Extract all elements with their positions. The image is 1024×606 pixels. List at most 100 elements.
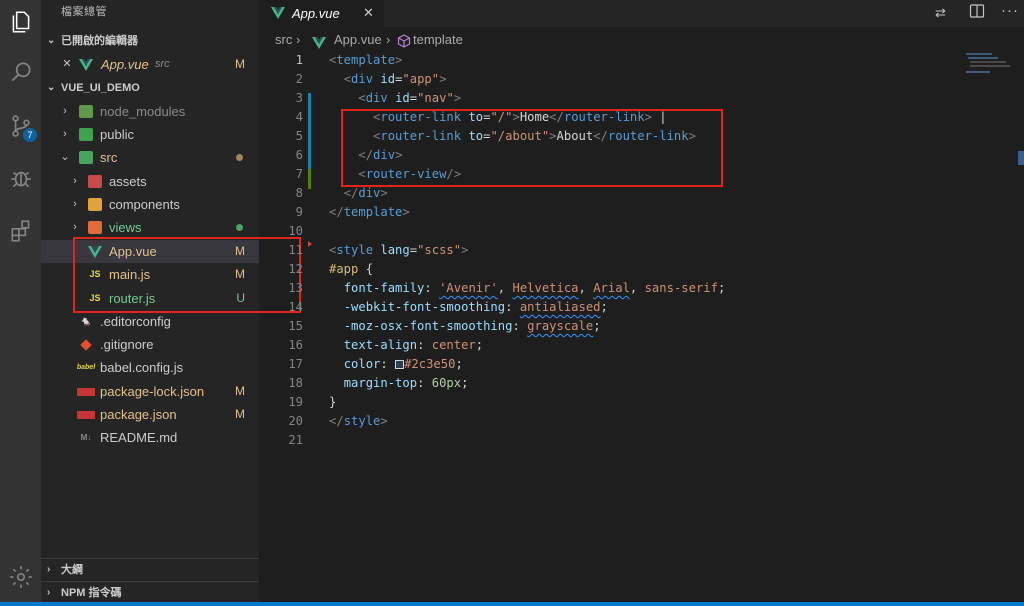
code-line: <template> <box>329 53 403 67</box>
line-number: 20 <box>288 414 303 428</box>
assets-folder-icon <box>88 175 102 188</box>
scrollbar-thumb[interactable] <box>1018 151 1024 165</box>
open-editor-item[interactable]: ✕ App.vue src M <box>41 53 259 76</box>
code-editor[interactable]: 1 2 3 4 5 6 7 8 9 10 11 12 13 14 15 16 17 18 19 20 21 <templ… <box>259 51 964 606</box>
views-folder-icon <box>88 221 102 234</box>
chevron-right-icon: › <box>296 32 301 47</box>
babel-file-icon: babel <box>76 364 96 371</box>
line-number: 15 <box>288 319 303 333</box>
tree-item-components[interactable]: › components <box>41 193 259 216</box>
chevron-right-icon: › <box>73 175 77 187</box>
annotation-box <box>341 109 723 187</box>
compare-icon[interactable]: ⇄ <box>935 5 946 21</box>
project-header[interactable]: ⌄ VUE_UI_DEMO <box>41 77 259 99</box>
tree-item-src[interactable]: ⌄ src <box>41 146 259 169</box>
chevron-down-icon: ⌄ <box>47 82 56 93</box>
tree-item-gitignore[interactable]: .gitignore <box>41 333 259 356</box>
line-number: 12 <box>288 262 303 276</box>
minimap[interactable] <box>964 51 1024 606</box>
line-number: 19 <box>288 395 303 409</box>
added-line-marker <box>308 169 311 189</box>
public-folder-icon <box>79 128 93 141</box>
explorer-icon[interactable] <box>0 0 41 44</box>
code-line: <div id="nav"> <box>358 91 462 105</box>
tree-item-public[interactable]: › public <box>41 123 259 146</box>
untracked-dot <box>236 224 243 231</box>
breadcrumb-file[interactable]: App.vue <box>334 29 382 51</box>
breadcrumb-folder[interactable]: src <box>275 29 292 51</box>
code-line: text-align: center; <box>343 338 484 352</box>
tree-item-views[interactable]: › views <box>41 216 259 239</box>
line-number: 2 <box>295 72 303 86</box>
manage-gear-icon[interactable] <box>0 555 41 599</box>
search-icon[interactable] <box>0 50 41 94</box>
code-line: <div id="app"> <box>343 72 447 86</box>
npm-scripts-header[interactable]: › NPM 指令碼 <box>41 581 259 603</box>
code-line: } <box>329 395 337 409</box>
code-line: -webkit-font-smoothing: antialiased; <box>343 300 608 314</box>
line-number: 21 <box>288 433 303 447</box>
editorconfig-file-icon: 🐁 <box>80 316 92 326</box>
breadcrumb: src › App.vue › template <box>259 29 1024 51</box>
explorer-sidebar: 檔案總管 ⌄ 已開啟的編輯器 ✕ App.vue src M ⌄ VUE_UI_… <box>41 0 301 606</box>
tree-item-babel-config[interactable]: babel babel.config.js <box>41 356 259 379</box>
chevron-right-icon: › <box>73 221 77 233</box>
tree-item-package-lock[interactable]: package-lock.json M <box>41 380 259 403</box>
chevron-down-icon: ⌄ <box>47 35 56 46</box>
tree-item-package-json[interactable]: package.json M <box>41 403 259 426</box>
outline-header[interactable]: › 大綱 <box>41 558 259 580</box>
tab-app-vue[interactable]: App.vue ✕ <box>259 0 384 27</box>
split-editor-icon[interactable] <box>969 3 985 22</box>
line-number: 11 <box>288 243 303 257</box>
source-control-icon[interactable]: 7 <box>0 104 41 148</box>
chevron-down-icon: ⌄ <box>60 151 70 163</box>
line-number: 4 <box>295 110 303 124</box>
close-icon[interactable]: ✕ <box>61 53 73 76</box>
code-line: -moz-osx-font-smoothing: grayscale; <box>343 319 601 333</box>
code-line: font-family: 'Avenir', Helvetica, Arial,… <box>343 281 726 295</box>
npm-file-icon <box>77 388 95 396</box>
node-folder-icon <box>79 105 93 118</box>
src-folder-icon <box>79 151 93 164</box>
tree-item-node-modules[interactable]: › node_modules <box>41 100 259 123</box>
npm-file-icon <box>77 411 95 419</box>
git-file-icon <box>79 338 93 351</box>
close-icon[interactable]: ✕ <box>363 5 374 21</box>
breadcrumb-symbol[interactable]: template <box>413 29 463 51</box>
chevron-right-icon: › <box>63 105 67 117</box>
debug-icon[interactable] <box>0 156 41 200</box>
status-bar <box>0 602 1024 606</box>
line-number: 8 <box>295 186 303 200</box>
line-number: 6 <box>295 148 303 162</box>
tree-item-assets[interactable]: › assets <box>41 170 259 193</box>
modified-dot <box>236 154 243 161</box>
vue-file-icon <box>271 7 285 22</box>
tree-item-readme[interactable]: M↓ README.md <box>41 426 259 449</box>
more-icon[interactable]: ··· <box>1001 2 1019 19</box>
extensions-icon[interactable] <box>0 209 41 253</box>
deleted-line-marker <box>308 241 312 247</box>
tree-item-editorconfig[interactable]: 🐁 .editorconfig <box>41 310 259 333</box>
chevron-right-icon: › <box>63 128 67 140</box>
line-number: 3 <box>295 91 303 105</box>
activity-bar: 7 <box>0 0 41 606</box>
line-number: 16 <box>288 338 303 352</box>
code-line: margin-top: 60px; <box>343 376 469 390</box>
vue-file-icon <box>79 58 93 71</box>
chevron-right-icon: › <box>47 564 51 575</box>
chevron-right-icon: › <box>386 32 391 47</box>
chevron-right-icon: › <box>47 587 51 598</box>
line-number: 18 <box>288 376 303 390</box>
code-line: </style> <box>329 414 388 428</box>
git-status: M <box>235 407 245 421</box>
color-swatch[interactable] <box>395 360 405 369</box>
code-line: <style lang="scss"> <box>329 243 469 257</box>
code-line: #app { <box>329 262 374 276</box>
line-number: 14 <box>288 300 303 314</box>
open-editors-header[interactable]: ⌄ 已開啟的編輯器 <box>41 30 259 52</box>
markdown-file-icon: M↓ <box>80 433 92 442</box>
code-line: </template> <box>329 205 410 219</box>
source-control-badge: 7 <box>23 128 37 142</box>
explorer-title: 檔案總管 <box>61 6 107 18</box>
code-line: color: #2c3e50; <box>343 357 463 371</box>
